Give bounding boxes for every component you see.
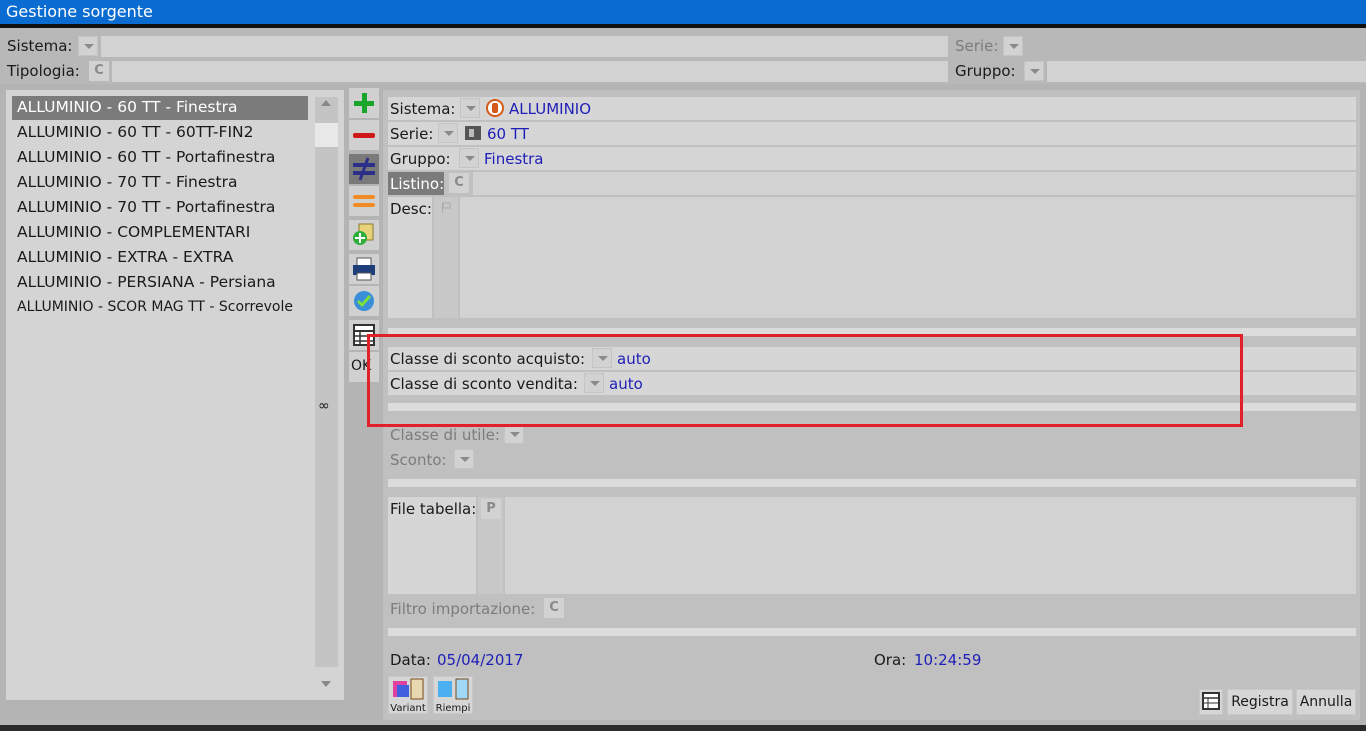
equal-button[interactable]	[349, 186, 379, 216]
listino-label: Listino:	[390, 175, 445, 193]
file-tabella-button[interactable]: P	[481, 499, 501, 519]
table-view-button[interactable]	[1199, 689, 1223, 715]
highlight-box	[367, 334, 1243, 427]
list-item[interactable]: ALLUMINIO - 70 TT - Portafinestra	[12, 196, 308, 220]
list-scrollbar[interactable]	[315, 97, 338, 667]
printer-icon	[353, 257, 375, 281]
serie-dropdown[interactable]	[438, 123, 458, 143]
filtro-button[interactable]: C	[544, 598, 564, 618]
refresh-check-icon	[354, 291, 374, 311]
profile-icon	[465, 126, 481, 140]
ora-value: 10:24:59	[914, 651, 982, 669]
flag-icon[interactable]	[440, 202, 452, 214]
classe-utile-dropdown[interactable]	[504, 424, 524, 444]
sconto-label: Sconto:	[390, 451, 447, 469]
scrollbar-thumb[interactable]	[315, 123, 338, 147]
filter-sistema-dropdown[interactable]	[78, 36, 98, 56]
desc-label: Desc:	[390, 200, 432, 218]
window-title: Gestione sorgente	[0, 0, 1366, 24]
list-item[interactable]: ALLUMINIO - SCOR MAG TT - Scorrevole	[12, 297, 308, 321]
data-value: 05/04/2017	[437, 651, 524, 669]
list-item[interactable]: ALLUMINIO - 70 TT - Finestra	[12, 171, 308, 195]
sistema-logo-icon	[486, 99, 504, 117]
infinity-icon[interactable]: ∞	[318, 398, 330, 414]
sistema-label: Sistema:	[390, 100, 456, 118]
scroll-up-icon[interactable]	[321, 100, 331, 106]
serie-value: 60 TT	[487, 125, 529, 143]
add-button[interactable]	[349, 88, 379, 118]
list-item[interactable]: ALLUMINIO - 60 TT - 60TT-FIN2	[12, 121, 308, 145]
refresh-button[interactable]	[349, 286, 379, 316]
copy-add-icon	[353, 223, 374, 245]
riempi-label: Riempi	[435, 703, 471, 714]
variant-icon	[393, 678, 424, 700]
list-item[interactable]: ALLUMINIO - PERSIANA - Persiana	[12, 271, 308, 295]
section-separator	[388, 479, 1356, 487]
duplicate-button[interactable]	[349, 220, 379, 250]
filtro-label: Filtro importazione:	[390, 600, 536, 618]
minus-icon	[353, 133, 375, 138]
listino-button[interactable]: C	[449, 173, 469, 193]
section-separator	[388, 628, 1356, 636]
list-item[interactable]: ALLUMINIO - COMPLEMENTARI	[12, 221, 308, 245]
remove-button[interactable]	[349, 120, 379, 150]
equal-icon	[353, 195, 375, 207]
list-item[interactable]: ALLUMINIO - 60 TT - Finestra	[12, 96, 308, 120]
filter-sistema-label: Sistema:	[7, 37, 73, 55]
gruppo-dropdown[interactable]	[459, 148, 479, 168]
classe-utile-label: Classe di utile:	[390, 426, 500, 444]
not-equal-icon	[353, 157, 375, 181]
filter-gruppo-field[interactable]	[1047, 61, 1366, 82]
serie-label: Serie:	[390, 125, 434, 143]
file-tabella-label: File tabella:	[390, 500, 477, 518]
compare-button[interactable]	[349, 154, 379, 184]
data-label: Data:	[390, 651, 431, 669]
variant-label: Variant	[390, 703, 426, 714]
riempi-button[interactable]: Riempi	[433, 676, 473, 714]
serie-row	[388, 122, 1356, 145]
gruppo-label: Gruppo:	[390, 150, 451, 168]
desc-flag-cell	[434, 197, 458, 318]
filter-serie-label: Serie:	[955, 37, 999, 55]
sconto-dropdown[interactable]	[454, 449, 474, 469]
taskbar-strip	[0, 725, 1366, 731]
gruppo-value: Finestra	[484, 150, 544, 168]
listino-field[interactable]	[473, 172, 1356, 195]
filter-tipologia-button[interactable]: C	[89, 61, 109, 81]
annulla-button[interactable]: Annulla	[1296, 689, 1356, 715]
list-item[interactable]: ALLUMINIO - 60 TT - Portafinestra	[12, 146, 308, 170]
filter-tipologia-label: Tipologia:	[7, 62, 80, 80]
filter-gruppo-label: Gruppo:	[955, 62, 1016, 80]
sistema-value: ALLUMINIO	[509, 100, 592, 118]
print-button[interactable]	[349, 254, 379, 284]
filter-serie-dropdown[interactable]	[1003, 36, 1023, 56]
table-icon	[1202, 692, 1220, 710]
file-tabella-field[interactable]	[505, 497, 1356, 594]
filter-sistema-field[interactable]	[101, 36, 948, 57]
desc-textarea[interactable]	[460, 197, 1356, 318]
sistema-dropdown[interactable]	[460, 98, 480, 118]
filter-gruppo-dropdown[interactable]	[1024, 61, 1044, 81]
scroll-down-icon[interactable]	[321, 681, 331, 687]
filter-tipologia-field[interactable]	[112, 61, 948, 82]
variant-button[interactable]: Variant	[388, 676, 428, 714]
list-item[interactable]: ALLUMINIO - EXTRA - EXTRA	[12, 246, 308, 270]
riempi-icon	[438, 678, 469, 700]
plus-icon	[354, 93, 374, 113]
ora-label: Ora:	[874, 651, 907, 669]
registra-button[interactable]: Registra	[1227, 689, 1293, 715]
